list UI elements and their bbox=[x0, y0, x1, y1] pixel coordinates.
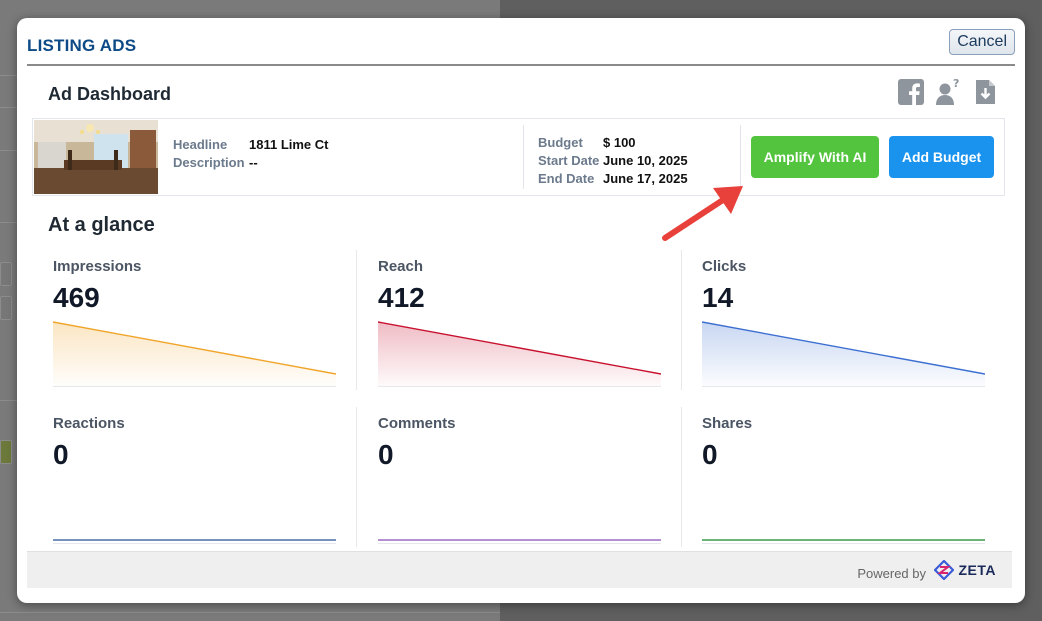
metric-card-shares: Shares 0 bbox=[702, 415, 985, 560]
add-budget-button[interactable]: Add Budget bbox=[889, 136, 994, 178]
download-icon[interactable] bbox=[971, 78, 999, 106]
user-help-icon[interactable]: ? bbox=[934, 77, 962, 106]
start-date-row: Start Date June 10, 2025 bbox=[538, 151, 688, 169]
dashboard-actions: ? bbox=[897, 77, 999, 106]
column-divider bbox=[681, 250, 682, 390]
description-row: Description -- bbox=[173, 153, 329, 171]
sparkline-area bbox=[53, 322, 336, 386]
column-divider bbox=[356, 250, 357, 390]
listing-photo bbox=[34, 120, 158, 194]
metric-card-reach: Reach 412 bbox=[378, 258, 661, 403]
metric-baseline bbox=[702, 386, 985, 387]
sparkline-area bbox=[378, 322, 661, 386]
headline-row: Headline 1811 Lime Ct bbox=[173, 135, 329, 153]
sparkline-area bbox=[702, 322, 985, 386]
metric-sparkline bbox=[53, 321, 336, 386]
background-field bbox=[0, 440, 12, 464]
metric-card-impressions: Impressions 469 bbox=[53, 258, 336, 403]
metric-sparkline bbox=[378, 321, 661, 386]
budget-label: Budget bbox=[538, 134, 583, 150]
at-a-glance-title: At a glance bbox=[48, 214, 155, 236]
metric-value: 412 bbox=[378, 282, 425, 313]
metric-baseline bbox=[378, 543, 661, 544]
column-divider bbox=[681, 407, 682, 547]
background-divider bbox=[0, 612, 500, 613]
zeta-logo: ZETA bbox=[934, 560, 996, 580]
headline-value: 1811 Lime Ct bbox=[249, 136, 329, 152]
metric-baseline bbox=[53, 543, 336, 544]
powered-by-text: Powered by bbox=[857, 566, 926, 581]
metric-baseline bbox=[53, 386, 336, 387]
metric-label: Comments bbox=[378, 415, 456, 432]
headline-label: Headline bbox=[173, 136, 228, 152]
metric-value: 469 bbox=[53, 282, 100, 313]
amplify-with-ai-button[interactable]: Amplify With AI bbox=[751, 136, 879, 178]
cancel-button[interactable]: Cancel bbox=[949, 29, 1015, 55]
modal-header: LISTING ADS Cancel bbox=[27, 28, 1015, 66]
metric-label: Impressions bbox=[53, 258, 142, 275]
divider bbox=[523, 125, 524, 189]
modal-title: LISTING ADS bbox=[27, 36, 137, 55]
ad-dashboard-title: Ad Dashboard bbox=[48, 84, 172, 104]
annotation-arrow-icon bbox=[662, 186, 743, 241]
metric-label: Reach bbox=[378, 258, 424, 275]
budget-value: $ 100 bbox=[603, 134, 636, 150]
column-divider bbox=[356, 407, 357, 547]
metric-value: 14 bbox=[702, 282, 734, 313]
budget-row: Budget $ 100 bbox=[538, 133, 688, 151]
metric-label: Reactions bbox=[53, 415, 125, 432]
metric-card-comments: Comments 0 bbox=[378, 415, 661, 560]
metric-label: Shares bbox=[702, 415, 753, 432]
zeta-brand-text: ZETA bbox=[958, 562, 996, 578]
end-date-label: End Date bbox=[538, 170, 595, 186]
metric-value: 0 bbox=[702, 439, 718, 470]
background-field bbox=[0, 262, 12, 286]
ad-summary-card: Headline 1811 Lime Ct Description -- Bud… bbox=[32, 118, 1005, 196]
zeta-logo-icon bbox=[934, 560, 955, 580]
facebook-icon[interactable] bbox=[897, 78, 925, 106]
metric-sparkline bbox=[702, 539, 985, 541]
ad-details: Headline 1811 Lime Ct Description -- bbox=[173, 135, 329, 171]
description-label: Description bbox=[173, 154, 245, 170]
metric-card-clicks: Clicks 14 bbox=[702, 258, 985, 403]
start-date-value: June 10, 2025 bbox=[603, 152, 688, 168]
metric-baseline bbox=[378, 386, 661, 387]
metric-sparkline bbox=[53, 539, 336, 541]
svg-text:?: ? bbox=[953, 78, 959, 90]
metric-value: 0 bbox=[53, 439, 69, 470]
listing-ads-modal: LISTING ADS Cancel Ad Dashboard ? Headli… bbox=[17, 18, 1025, 603]
metric-label: Clicks bbox=[702, 258, 747, 275]
start-date-label: Start Date bbox=[538, 152, 600, 168]
metric-baseline bbox=[702, 543, 985, 544]
description-value: -- bbox=[249, 154, 258, 170]
metric-card-reactions: Reactions 0 bbox=[53, 415, 336, 560]
metric-sparkline bbox=[702, 321, 985, 386]
background-field bbox=[0, 296, 12, 320]
modal-footer: Powered by ZETA bbox=[27, 551, 1012, 588]
metric-value: 0 bbox=[378, 439, 394, 470]
metric-sparkline bbox=[378, 539, 661, 541]
